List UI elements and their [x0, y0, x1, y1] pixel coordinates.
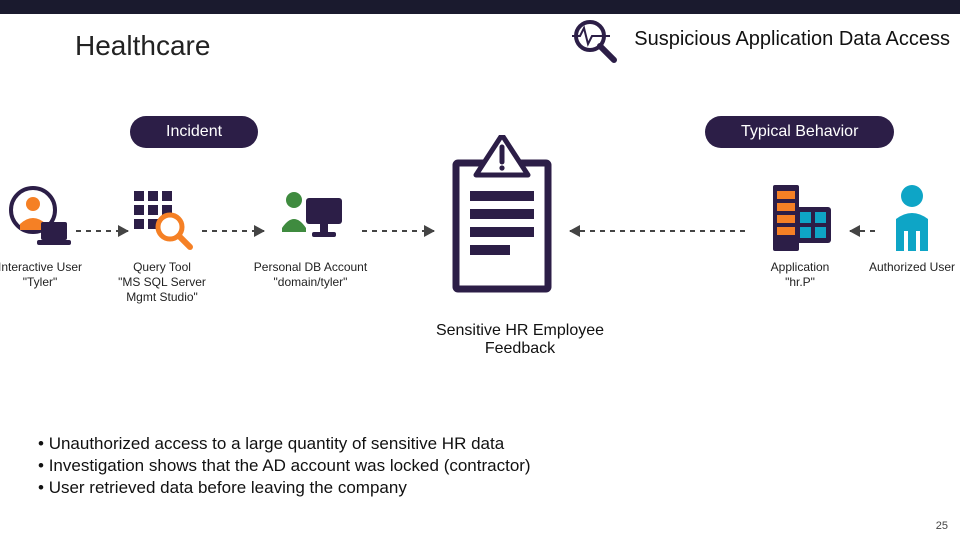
findings-list: Unauthorized access to a large quantity … — [38, 434, 531, 500]
server-rack-icon — [745, 180, 855, 258]
node-label: Application — [745, 260, 855, 275]
node-label: Interactive User — [0, 260, 90, 275]
authorized-user-node: Authorized User — [866, 180, 958, 275]
query-tool-node: Query Tool "MS SQL Server Mgmt Studio" — [102, 180, 222, 305]
node-label: Personal DB Account — [238, 260, 383, 275]
person-icon — [866, 180, 958, 258]
typical-behavior-pill: Typical Behavior — [705, 116, 894, 148]
node-label: "domain/tyler" — [238, 275, 383, 290]
document-label: Sensitive HR Employee Feedback — [420, 322, 620, 358]
page-title-right: Suspicious Application Data Access — [634, 28, 950, 51]
list-item: User retrieved data before leaving the c… — [38, 478, 531, 498]
interactive-user-node: Interactive User "Tyler" — [0, 180, 90, 290]
incident-pill: Incident — [130, 116, 258, 148]
page-title-left: Healthcare — [75, 30, 210, 62]
diagram-row: Interactive User "Tyler" Query Tool "MS … — [0, 170, 960, 340]
warning-document-icon — [420, 145, 580, 295]
document-node — [420, 145, 580, 297]
node-label: Mgmt Studio" — [102, 290, 222, 305]
person-monitor-icon — [238, 180, 383, 258]
node-label: Authorized User — [866, 260, 958, 275]
arrow-icon — [570, 230, 750, 232]
magnifier-pulse-icon — [570, 16, 620, 71]
node-label: Feedback — [420, 340, 620, 358]
node-label: "MS SQL Server — [102, 275, 222, 290]
list-item: Unauthorized access to a large quantity … — [38, 434, 531, 454]
window-top-bar — [0, 0, 960, 14]
db-account-node: Personal DB Account "domain/tyler" — [238, 180, 383, 290]
node-label: "Tyler" — [0, 275, 90, 290]
page-number: 25 — [936, 520, 948, 532]
node-label: Sensitive HR Employee — [420, 322, 620, 340]
node-label: "hr.P" — [745, 275, 855, 290]
grid-magnifier-icon — [102, 180, 222, 258]
node-label: Query Tool — [102, 260, 222, 275]
list-item: Investigation shows that the AD account … — [38, 456, 531, 476]
user-laptop-icon — [0, 180, 90, 258]
application-node: Application "hr.P" — [745, 180, 855, 290]
